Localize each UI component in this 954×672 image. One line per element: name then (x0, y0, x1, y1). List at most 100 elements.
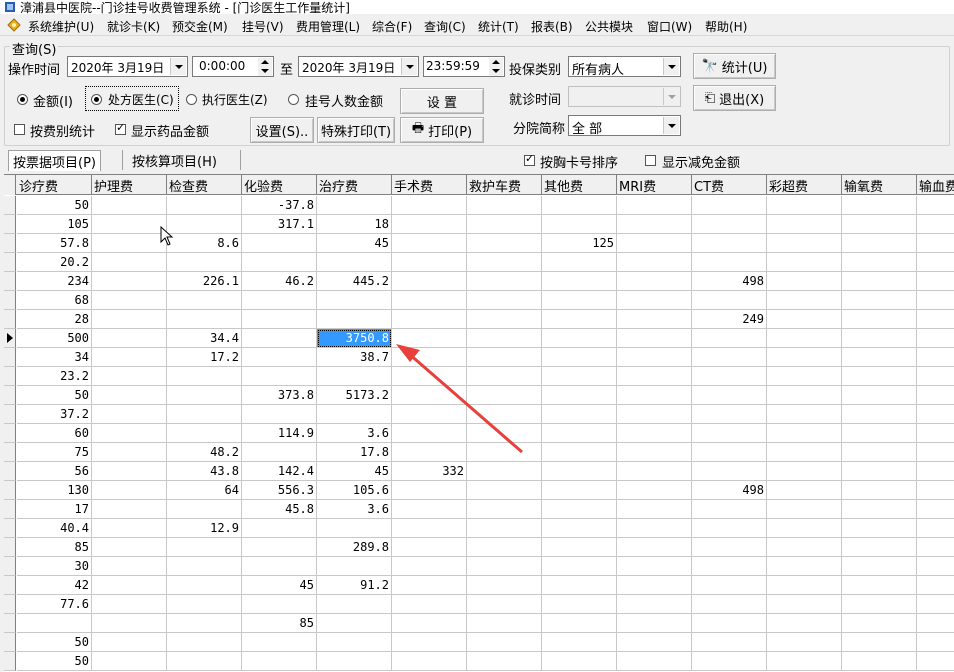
grid-cell[interactable] (692, 405, 767, 424)
table-row[interactable]: 34 17.2 38.7 (4, 348, 954, 367)
branch-select[interactable]: 全 部 (568, 115, 681, 137)
table-row[interactable]: 130 64 556.3 105.6 498 (4, 481, 954, 500)
grid-cell[interactable] (542, 538, 617, 557)
grid-cell[interactable] (842, 443, 917, 462)
row-indicator[interactable] (4, 253, 16, 272)
table-row[interactable]: 60 114.9 3.6 (4, 424, 954, 443)
column-header[interactable]: 彩超费 (767, 175, 842, 195)
grid-cell[interactable] (917, 424, 954, 443)
grid-cell[interactable] (842, 348, 917, 367)
grid-cell[interactable] (542, 481, 617, 500)
special-print-button[interactable]: 特殊打印(T) (317, 117, 395, 143)
grid-cell[interactable] (467, 595, 542, 614)
grid-cell[interactable] (842, 291, 917, 310)
grid-cell[interactable] (842, 234, 917, 253)
row-indicator[interactable] (4, 367, 16, 386)
grid-cell[interactable] (392, 196, 467, 215)
grid-cell[interactable] (92, 595, 167, 614)
grid-cell[interactable] (842, 557, 917, 576)
grid-cell[interactable] (542, 595, 617, 614)
column-header[interactable]: 手术费 (392, 175, 467, 195)
grid-cell[interactable] (392, 633, 467, 652)
grid-cell[interactable] (692, 614, 767, 633)
grid-cell[interactable] (242, 310, 317, 329)
grid-cell[interactable] (767, 215, 842, 234)
grid-cell[interactable] (467, 310, 542, 329)
grid-cell[interactable] (542, 500, 617, 519)
table-row[interactable]: 17 45.8 3.6 (4, 500, 954, 519)
grid-cell[interactable] (917, 614, 954, 633)
grid-cell[interactable] (92, 614, 167, 633)
grid-cell[interactable] (917, 196, 954, 215)
grid-cell[interactable] (242, 348, 317, 367)
grid-cell[interactable] (92, 538, 167, 557)
grid-cell[interactable] (392, 576, 467, 595)
grid-cell[interactable] (467, 519, 542, 538)
exec-doctor-radio[interactable] (186, 94, 197, 105)
grid-cell[interactable] (242, 443, 317, 462)
menu-item[interactable]: 系统维护(U) (28, 18, 94, 35)
column-header[interactable]: 化验费 (242, 175, 317, 195)
grid-cell[interactable] (467, 576, 542, 595)
grid-cell[interactable] (317, 367, 392, 386)
grid-cell[interactable] (917, 633, 954, 652)
grid-cell[interactable] (917, 595, 954, 614)
grid-cell[interactable]: 289.8 (317, 538, 392, 557)
grid-cell[interactable] (467, 443, 542, 462)
grid-cell[interactable] (692, 443, 767, 462)
grid-cell[interactable] (842, 367, 917, 386)
grid-cell[interactable] (917, 215, 954, 234)
grid-cell[interactable]: 45 (317, 462, 392, 481)
grid-cell[interactable] (767, 595, 842, 614)
grid-cell[interactable] (167, 576, 242, 595)
grid-cell[interactable]: 17 (17, 500, 92, 519)
grid-cell[interactable] (692, 329, 767, 348)
grid-cell[interactable] (767, 196, 842, 215)
grid-cell[interactable]: 50 (17, 652, 92, 671)
grid-cell[interactable]: 498 (692, 481, 767, 500)
grid-cell[interactable] (617, 310, 692, 329)
grid-cell[interactable] (542, 310, 617, 329)
grid-cell[interactable] (392, 424, 467, 443)
grid-cell[interactable] (692, 462, 767, 481)
tab-by-receipt[interactable]: 按票据项目(P) (8, 150, 101, 171)
grid-cell[interactable] (842, 462, 917, 481)
table-row[interactable]: 50 (4, 652, 954, 671)
grid-cell[interactable] (617, 519, 692, 538)
grid-cell[interactable]: 50 (17, 633, 92, 652)
grid-cell[interactable]: 68 (17, 291, 92, 310)
menu-item[interactable]: 预交金(M) (172, 18, 228, 35)
grid-cell[interactable] (842, 576, 917, 595)
grid-cell[interactable] (842, 481, 917, 500)
grid-cell[interactable] (917, 386, 954, 405)
grid-cell[interactable]: 125 (542, 234, 617, 253)
grid-cell[interactable] (617, 538, 692, 557)
grid-cell[interactable] (242, 595, 317, 614)
chevron-down-icon[interactable] (170, 58, 186, 75)
grid-cell[interactable]: 5173.2 (317, 386, 392, 405)
grid-cell[interactable]: 130 (17, 481, 92, 500)
grid-cell[interactable] (767, 538, 842, 557)
chevron-down-icon[interactable] (663, 88, 679, 105)
table-row[interactable]: 68 (4, 291, 954, 310)
grid-cell[interactable] (842, 196, 917, 215)
grid-cell[interactable] (242, 234, 317, 253)
grid-cell[interactable] (542, 443, 617, 462)
chevron-down-icon[interactable] (663, 117, 679, 134)
grid-cell[interactable] (92, 272, 167, 291)
menu-item[interactable]: 窗口(W) (647, 18, 692, 35)
row-indicator[interactable] (4, 291, 16, 310)
grid-cell[interactable] (917, 234, 954, 253)
table-row[interactable]: 50 -37.8 (4, 196, 954, 215)
spin-up-icon[interactable] (258, 58, 272, 67)
grid-cell[interactable] (467, 652, 542, 671)
grid-cell[interactable] (692, 291, 767, 310)
grid-cell[interactable] (467, 538, 542, 557)
row-indicator[interactable] (4, 519, 16, 538)
grid-cell[interactable] (692, 196, 767, 215)
grid-cell[interactable]: 85 (17, 538, 92, 557)
row-indicator[interactable] (4, 310, 16, 329)
grid-cell[interactable] (467, 291, 542, 310)
grid-cell[interactable] (167, 595, 242, 614)
grid-cell[interactable] (392, 443, 467, 462)
